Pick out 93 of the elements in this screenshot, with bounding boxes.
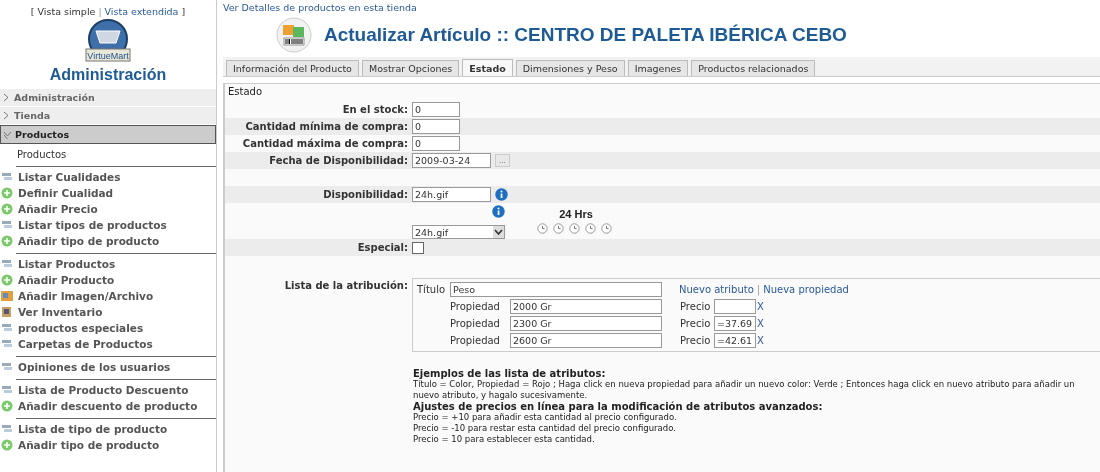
menu-link[interactable]: Listar Cualidades: [18, 171, 121, 183]
notes-heading: Ajustes de precios en línea para la modificación de atributos avanzados:: [413, 401, 824, 412]
menu-link[interactable]: Lista de tipo de producto: [18, 423, 168, 435]
view-details-link[interactable]: Ver Detalles de productos en esta tienda: [223, 2, 1100, 13]
admin-title: Administración: [49, 66, 167, 84]
availability-preview-text: 24 Hrs: [559, 208, 593, 220]
section-title: Estado: [227, 85, 264, 99]
list-icon: [1, 338, 13, 350]
input-field[interactable]: 0: [412, 119, 460, 134]
price-label: Precio: [680, 335, 712, 346]
input-field[interactable]: 2600 Gr: [510, 333, 662, 348]
input-field[interactable]: 24h.gif: [412, 187, 491, 202]
inventory-icon: [1, 306, 13, 318]
tab[interactable]: Productos relacionados: [691, 60, 816, 76]
menu-link[interactable]: productos especiales: [18, 322, 144, 334]
remove-link[interactable]: X: [757, 318, 764, 329]
menu-link[interactable]: Añadir Precio: [18, 203, 98, 215]
new-attribute-link[interactable]: Nuevo atributo: [679, 284, 754, 295]
price-label: Precio: [680, 301, 712, 312]
info-icon[interactable]: [492, 205, 505, 218]
input-field[interactable]: 0: [412, 136, 460, 151]
list-icon: [1, 258, 13, 270]
list-icon: [1, 361, 13, 373]
dropdown-arrow-icon[interactable]: [493, 226, 504, 238]
tab[interactable]: Dimensiones y Peso: [515, 60, 625, 76]
info-icon[interactable]: [495, 188, 508, 201]
field-label: Fecha de Disponibilidad:: [268, 155, 409, 166]
property-label: Propiedad: [450, 318, 501, 329]
bracket-text: ]: [181, 6, 186, 17]
menu-link[interactable]: Listar tipos de productos: [18, 219, 167, 231]
list-icon: [1, 423, 13, 435]
remove-link[interactable]: X: [757, 335, 764, 346]
date-picker-button[interactable]: ...: [495, 154, 510, 167]
menu-link[interactable]: Carpetas de Productos: [18, 338, 153, 350]
notes-text: Precio = +10 para añadir esta cantidad al precio configurado.: [413, 412, 678, 423]
field-label: Cantidad mínima de compra:: [244, 121, 409, 132]
tab[interactable]: Imagenes: [627, 60, 689, 76]
input-field[interactable]: 0: [412, 102, 460, 117]
list-icon: [1, 171, 13, 183]
chevron-icon: [3, 130, 12, 139]
remove-link[interactable]: X: [757, 301, 764, 312]
input-field[interactable]: 2300 Gr: [510, 316, 662, 331]
tab[interactable]: Mostrar Opciones: [361, 60, 460, 76]
list-icon: [1, 219, 13, 231]
notes-heading: Ejemplos de las lista de atributos:: [413, 368, 607, 379]
input-field[interactable]: [714, 299, 756, 314]
simple-view-link[interactable]: Vista simple: [37, 6, 96, 17]
input-field[interactable]: 2009-03-24: [412, 153, 491, 168]
input-field[interactable]: Peso: [450, 282, 662, 297]
input-field[interactable]: 2000 Gr: [510, 299, 662, 314]
menu-link[interactable]: Lista de Producto Descuento: [18, 384, 189, 396]
menu-link[interactable]: Ver Inventario: [18, 306, 103, 318]
availability-select[interactable]: 24h.gif: [412, 225, 505, 239]
menu-section[interactable]: Administración: [0, 89, 216, 107]
menu-link[interactable]: Listar Productos: [18, 258, 116, 270]
input-field[interactable]: =42.61: [714, 333, 756, 348]
field-label: Especial:: [356, 242, 409, 253]
notes-text: Precio = -10 para restar esta cantidad del precio configurado.: [413, 423, 677, 434]
field-label: En el stock:: [341, 104, 409, 115]
notes-text: Precio = 10 para establecer esta cantidad.: [413, 434, 596, 445]
menu-link[interactable]: Añadir Imagen/Archivo: [18, 290, 154, 302]
field-label: Lista de la atribución:: [283, 279, 409, 291]
extended-view-link[interactable]: Vista extendida: [104, 6, 179, 17]
menu-link[interactable]: Añadir tipo de producto: [18, 235, 160, 247]
menu-link[interactable]: Añadir tipo de producto: [18, 439, 160, 451]
list-icon: [1, 384, 13, 396]
menu-section[interactable]: Tienda: [0, 107, 216, 125]
product-box-icon: [276, 17, 312, 53]
field-label: Disponibilidad:: [322, 189, 409, 200]
menu-section[interactable]: Productos: [0, 125, 216, 144]
price-label: Precio: [680, 318, 712, 329]
property-label: Propiedad: [450, 335, 501, 346]
menu-link[interactable]: Definir Cualidad: [18, 187, 114, 199]
input-field[interactable]: =37.69: [714, 316, 756, 331]
field-label: Cantidad máxima de compra:: [241, 138, 409, 149]
tab[interactable]: Estado: [462, 59, 513, 76]
list-icon: [1, 322, 13, 334]
menu-link[interactable]: Añadir descuento de producto: [18, 400, 198, 412]
notes-text: Título = Color, Propiedad = Rojo ; Haga click en nueva propiedad para añadir un nuevo color: Verde ; Entonces haga click en nuevo atributo para añadir un nuevo atributo, y hagalo sucesivamente.: [413, 379, 1076, 401]
new-property-link[interactable]: Nueva propiedad: [763, 284, 849, 295]
menu-link[interactable]: Añadir Producto: [18, 274, 115, 286]
special-checkbox[interactable]: [412, 241, 424, 254]
page-title: Actualizar Artículo :: CENTRO DE PALETA IBÉRICA CEBO: [324, 24, 847, 46]
title-label: Título: [417, 284, 447, 295]
separator-text: |: [98, 6, 102, 17]
separator-text: |: [756, 284, 761, 295]
bracket-text: [: [30, 6, 35, 17]
clocks-icon: [537, 223, 615, 234]
menu-link[interactable]: Productos: [17, 148, 67, 160]
tab[interactable]: Información del Producto: [226, 60, 359, 76]
property-label: Propiedad: [450, 301, 501, 312]
image-icon: [1, 290, 13, 302]
menu-link[interactable]: Opiniones de los usuarios: [18, 361, 171, 373]
